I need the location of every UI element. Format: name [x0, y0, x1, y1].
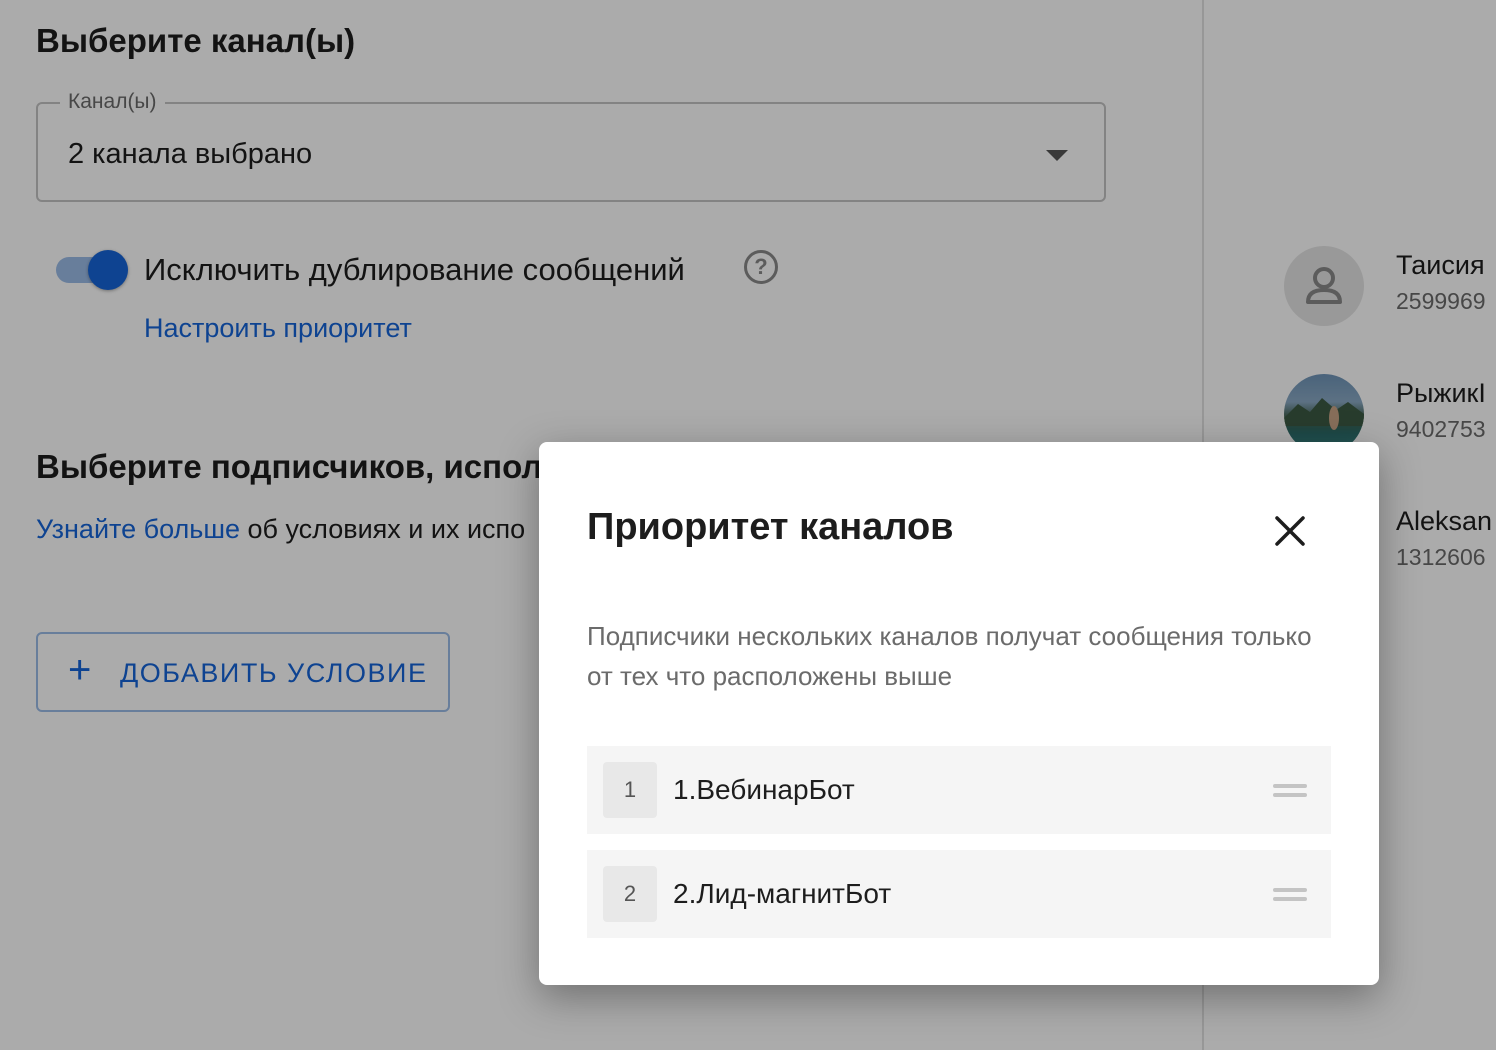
channel-index: 2: [603, 866, 657, 922]
channel-index: 1: [603, 762, 657, 818]
drag-handle-icon[interactable]: [1273, 888, 1307, 902]
channel-name: 2.Лид-магнитБот: [673, 878, 892, 909]
channel-name: 1.ВебинарБот: [673, 774, 855, 805]
channel-priority-list: 1 1.ВебинарБот 2 2.Лид-магнитБот: [587, 746, 1331, 954]
dialog-title: Приоритет каналов: [587, 506, 954, 548]
dialog-description: Подписчики нескольких каналов получат со…: [587, 621, 1312, 691]
close-button[interactable]: [1265, 506, 1315, 556]
drag-handle-icon[interactable]: [1273, 784, 1307, 798]
channel-priority-item[interactable]: 2 2.Лид-магнитБот: [587, 850, 1331, 938]
close-icon: [1275, 516, 1305, 546]
channel-priority-item[interactable]: 1 1.ВебинарБот: [587, 746, 1331, 834]
channel-priority-dialog: Приоритет каналов Подписчики нескольких …: [539, 442, 1379, 985]
